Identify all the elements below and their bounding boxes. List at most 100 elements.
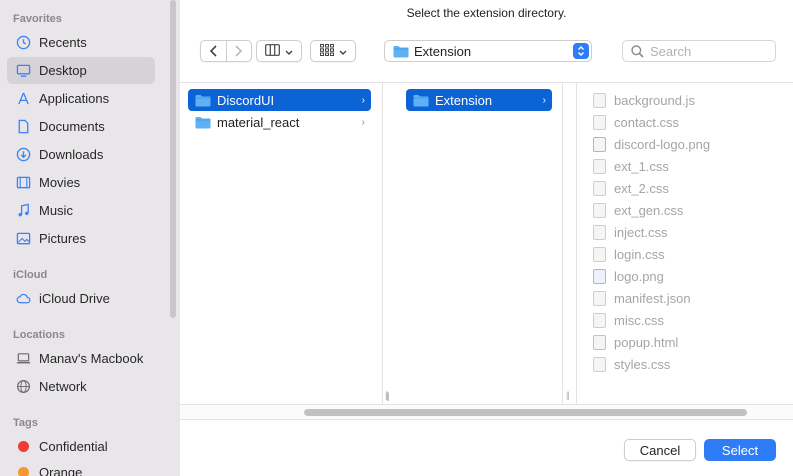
tag-color-icon [15,439,31,455]
sidebar-item-network[interactable]: Network [7,373,155,400]
sidebar-item-icloud-drive[interactable]: iCloud Drive [7,285,155,312]
file-row[interactable]: ext_gen.css [593,199,683,221]
folder-row-label: Extension [435,92,493,108]
file-icon [593,246,606,262]
sidebar-item-tag-orange[interactable]: Orange [7,459,155,476]
sidebar: Favorites Recents Desktop Applications D… [0,0,180,476]
sidebar-item-recents[interactable]: Recents [7,29,155,56]
dialog-prompt: Select the extension directory. [406,6,567,20]
sidebar-item-label: Confidential [39,439,108,454]
sidebar-item-movies[interactable]: Movies [7,169,155,196]
desktop-icon [15,63,31,79]
film-icon [15,175,31,191]
photo-icon [15,231,31,247]
column-resize-handle[interactable]: || [566,390,570,400]
file-name: login.css [614,246,665,262]
search-icon [631,44,644,58]
file-name: ext_gen.css [614,202,684,218]
column-resize-handle[interactable]: || [385,390,389,400]
file-name: misc.css [614,312,664,328]
file-row[interactable]: contact.css [593,111,679,133]
folder-row-discordui[interactable]: DiscordUI › [188,89,371,111]
sidebar-section-icloud: iCloud [13,269,48,281]
updown-chevron-icon [573,43,589,59]
main-panel: Select the extension directory. Extensio… [180,0,793,476]
laptop-icon [15,351,31,367]
file-row[interactable]: ext_1.css [593,155,669,177]
file-name: manifest.json [614,290,691,306]
select-button[interactable]: Select [704,439,776,461]
sidebar-section-tags: Tags [13,417,38,429]
file-name: inject.css [614,224,668,240]
sidebar-item-desktop[interactable]: Desktop [7,57,155,84]
file-name: logo.png [614,268,664,284]
column-browser: DiscordUI › material_react › || Extensio… [180,82,793,405]
sidebar-item-label: Pictures [39,231,86,246]
file-row[interactable]: discord-logo.png [593,133,710,155]
sidebar-item-label: Downloads [39,147,104,162]
file-name: discord-logo.png [614,136,711,152]
chevron-down-icon [285,44,293,59]
column-1: DiscordUI › material_react › || [180,83,390,405]
sidebar-item-label: Documents [39,119,105,134]
sidebar-item-label: Orange [39,465,83,476]
chevron-right-icon: › [361,116,365,128]
columns-view-icon [265,43,280,59]
file-row[interactable]: inject.css [593,221,667,243]
chevron-right-icon: › [542,94,546,106]
back-icon[interactable] [201,45,226,57]
file-row[interactable]: ext_2.css [593,177,669,199]
sidebar-item-label: Recents [39,35,87,50]
file-name: styles.css [614,356,671,372]
cloud-icon [15,291,31,307]
sidebar-scrollbar[interactable] [170,0,176,318]
download-icon [15,147,31,163]
file-icon [593,114,606,130]
file-row[interactable]: logo.png [593,265,664,287]
folder-icon [413,94,429,106]
sidebar-item-documents[interactable]: Documents [7,113,155,140]
folder-row-extension[interactable]: Extension › [406,89,552,111]
nav-buttons [200,40,252,62]
sidebar-item-label: Network [39,379,87,394]
search-input[interactable] [650,43,770,59]
file-name: popup.html [614,334,679,350]
document-icon [15,119,31,135]
path-label: Extension [414,43,472,59]
view-columns-button[interactable] [256,40,302,62]
horizontal-scrollbar-thumb[interactable] [304,409,747,416]
folder-row-label: material_react [217,114,300,130]
file-row[interactable]: login.css [593,243,665,265]
path-popup[interactable]: Extension [384,40,592,62]
cancel-button[interactable]: Cancel [624,439,696,461]
folder-row-label: DiscordUI [217,92,275,108]
sidebar-item-downloads[interactable]: Downloads [7,141,155,168]
sidebar-item-label: Desktop [39,63,87,78]
sidebar-item-pictures[interactable]: Pictures [7,225,155,252]
html-file-icon [593,334,606,350]
search-field[interactable] [622,40,776,62]
sidebar-item-applications[interactable]: Applications [7,85,155,112]
file-icon [593,290,606,306]
forward-icon[interactable] [227,45,252,57]
file-icon [593,224,606,240]
folder-icon [195,116,211,128]
sidebar-item-macbook[interactable]: Manav's Macbook [7,345,155,372]
folder-icon [195,94,211,106]
sidebar-item-music[interactable]: Music [7,197,155,224]
file-row[interactable]: styles.css [593,353,670,375]
image-file-icon [593,268,606,284]
folder-row-material-react[interactable]: material_react › [188,111,371,133]
file-row[interactable]: background.js [593,89,695,111]
sidebar-item-label: Music [39,203,73,218]
applications-icon [15,91,31,107]
sidebar-item-tag-confidential[interactable]: Confidential [7,433,155,460]
file-name: ext_1.css [614,158,669,174]
file-row[interactable]: manifest.json [593,287,691,309]
horizontal-scrollbar[interactable] [180,404,793,420]
group-button[interactable] [310,40,356,62]
sidebar-section-locations: Locations [13,329,65,341]
file-row[interactable]: popup.html [593,331,678,353]
file-row[interactable]: misc.css [593,309,664,331]
file-icon [593,312,606,328]
